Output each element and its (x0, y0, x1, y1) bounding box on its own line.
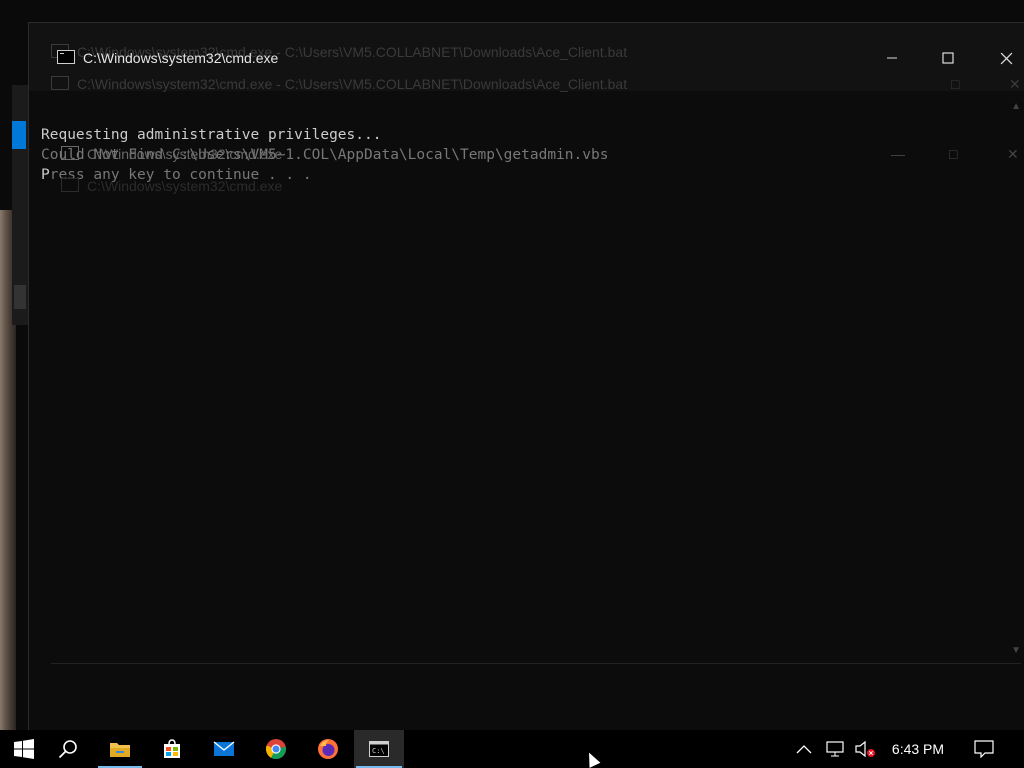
network-icon (826, 741, 844, 757)
scroll-up-arrow[interactable]: ▲ (1011, 101, 1021, 112)
file-explorer-icon (110, 743, 130, 757)
maximize-button[interactable] (925, 45, 971, 71)
store-icon (164, 739, 180, 758)
console-line-3-prefix: P (41, 167, 50, 183)
show-hidden-icons-button[interactable] (788, 730, 820, 768)
background-window-accent (12, 121, 26, 149)
close-button[interactable] (983, 45, 1024, 71)
cmd-icon: C:\ (369, 741, 389, 757)
console-divider (51, 663, 1021, 664)
file-explorer-button[interactable] (96, 730, 144, 768)
minimize-icon (887, 57, 897, 59)
background-window-strip (14, 285, 26, 309)
taskbar: C:\ 6:43 PM (0, 730, 1024, 768)
svg-text:C:\: C:\ (372, 747, 385, 755)
volume-button[interactable] (850, 730, 880, 768)
close-icon (1000, 52, 1012, 64)
cmd-window[interactable]: C:\Windows\system32\cmd.exe - C:\Users\V… (28, 22, 1024, 731)
clock[interactable]: 6:43 PM (886, 730, 950, 768)
store-button[interactable] (148, 730, 196, 768)
firefox-button[interactable] (304, 730, 352, 768)
ghost-window-title-2: C:\Windows\system32\cmd.exe - C:\Users\V… (51, 73, 1021, 95)
ghost-window-title-3: C:\Windows\system32\cmd.exe — □ ✕ (61, 143, 1021, 165)
start-button[interactable] (0, 730, 48, 768)
chrome-button[interactable] (252, 730, 300, 768)
search-button[interactable] (44, 730, 92, 768)
scroll-down-arrow[interactable]: ▼ (1011, 645, 1021, 656)
action-center-button[interactable] (962, 730, 1006, 768)
network-button[interactable] (820, 730, 850, 768)
mail-icon (213, 741, 235, 756)
ghost-window-title-4: C:\Windows\system32\cmd.exe (61, 175, 1021, 197)
volume-muted-icon (855, 740, 875, 758)
console-line-1: Requesting administrative privileges... (41, 127, 382, 143)
window-title: C:\Windows\system32\cmd.exe (57, 47, 278, 69)
cmd-taskbar-button[interactable]: C:\ (354, 730, 404, 768)
cmd-ghost-icon (61, 146, 79, 161)
mail-button[interactable] (200, 730, 248, 768)
firefox-icon (318, 739, 338, 759)
minimize-button[interactable] (869, 45, 915, 71)
maximize-icon (942, 52, 954, 64)
cmd-app-icon (57, 50, 75, 65)
start-icon (14, 739, 34, 759)
cmd-ghost-icon (61, 178, 79, 193)
notification-icon (974, 740, 994, 758)
chevron-up-icon (796, 745, 812, 754)
search-icon (58, 740, 77, 759)
cmd-ghost-icon (51, 76, 69, 91)
chrome-icon (265, 739, 286, 759)
